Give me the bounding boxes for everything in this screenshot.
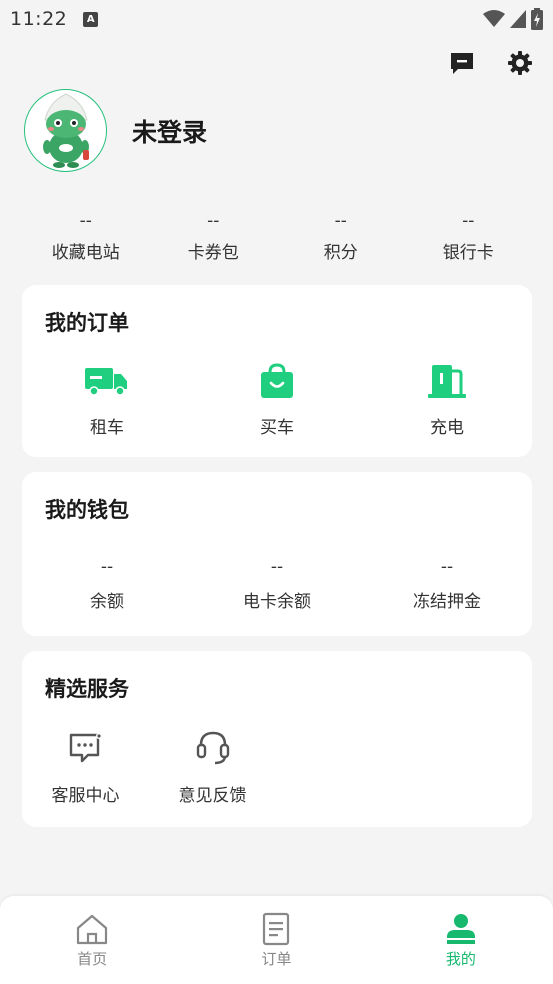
stats-row: -- 收藏电站 -- 卡券包 -- 积分 -- 银行卡 — [22, 208, 532, 263]
stat-label: 银行卡 — [442, 243, 494, 263]
charging-station-icon — [425, 363, 469, 399]
stat-bank-cards[interactable]: -- 银行卡 — [405, 208, 533, 263]
service-customer-center[interactable]: 客服中心 — [22, 729, 149, 806]
message-icon[interactable] — [447, 48, 477, 78]
truck-icon — [85, 363, 129, 399]
order-charging[interactable]: 充电 — [362, 363, 532, 438]
tab-label: 订单 — [261, 950, 292, 968]
stat-label: 积分 — [323, 243, 358, 263]
wallet-balance[interactable]: -- 余额 — [22, 554, 192, 612]
status-bar: 11:22 A — [0, 0, 553, 38]
order-label: 租车 — [90, 418, 124, 438]
user-icon — [443, 912, 479, 946]
headset-icon — [193, 729, 233, 767]
service-feedback[interactable]: 意见反馈 — [149, 729, 276, 806]
orders-list: 租车 买车 充电 — [22, 363, 532, 438]
document-icon — [258, 912, 294, 946]
top-actions — [447, 48, 535, 78]
signal-icon — [510, 10, 526, 28]
wallet-value: -- — [270, 557, 284, 577]
stat-value: -- — [79, 211, 92, 231]
notification-a-icon: A — [83, 11, 99, 27]
bottom-tab-bar: 首页 订单 我的 — [0, 896, 553, 984]
stat-label: 卡券包 — [187, 243, 239, 263]
wallet-title: 我的钱包 — [45, 498, 129, 522]
battery-icon — [531, 8, 543, 30]
order-buy-car[interactable]: 买车 — [192, 363, 362, 438]
service-label: 意见反馈 — [178, 786, 247, 806]
wallet-label: 电卡余额 — [243, 592, 311, 612]
gear-icon[interactable] — [505, 48, 535, 78]
stat-coupons[interactable]: -- 卡券包 — [150, 208, 278, 263]
wallet-card-balance[interactable]: -- 电卡余额 — [192, 554, 362, 612]
mascot-avatar[interactable] — [24, 89, 107, 172]
wallet-label: 余额 — [90, 592, 124, 612]
wallet-frozen-deposit[interactable]: -- 冻结押金 — [362, 554, 532, 612]
shopping-bag-icon — [255, 363, 299, 399]
service-label: 客服中心 — [51, 786, 120, 806]
status-indicators — [483, 8, 543, 30]
stat-favorite-stations[interactable]: -- 收藏电站 — [22, 208, 150, 263]
services-list: 客服中心 意见反馈 — [22, 729, 276, 806]
stat-label: 收藏电站 — [51, 243, 120, 263]
stat-value: -- — [462, 211, 475, 231]
wifi-icon — [483, 10, 505, 27]
home-icon — [74, 912, 110, 946]
order-rent-car[interactable]: 租车 — [22, 363, 192, 438]
tab-label: 我的 — [445, 950, 476, 968]
orders-title: 我的订单 — [45, 311, 129, 335]
profile-header[interactable]: 未登录 — [24, 89, 207, 172]
chat-support-icon — [66, 729, 106, 767]
wallet-label: 冻结押金 — [413, 592, 481, 612]
services-card: 精选服务 客服中心 意见反馈 — [22, 651, 532, 827]
wallet-list: -- 余额 -- 电卡余额 -- 冻结押金 — [22, 554, 532, 612]
tab-home[interactable]: 首页 — [0, 896, 184, 984]
orders-card: 我的订单 租车 买车 充电 — [22, 285, 532, 457]
wallet-value: -- — [440, 557, 454, 577]
wallet-value: -- — [100, 557, 114, 577]
stat-value: -- — [207, 211, 220, 231]
services-title: 精选服务 — [45, 677, 129, 701]
status-time: 11:22 — [10, 8, 68, 30]
order-label: 充电 — [430, 418, 464, 438]
tab-mine[interactable]: 我的 — [369, 896, 553, 984]
wallet-card: 我的钱包 -- 余额 -- 电卡余额 -- 冻结押金 — [22, 472, 532, 636]
stat-value: -- — [334, 211, 347, 231]
tab-orders[interactable]: 订单 — [184, 896, 368, 984]
profile-name[interactable]: 未登录 — [132, 113, 207, 149]
stat-points[interactable]: -- 积分 — [277, 208, 405, 263]
tab-label: 首页 — [77, 950, 108, 968]
order-label: 买车 — [260, 418, 294, 438]
